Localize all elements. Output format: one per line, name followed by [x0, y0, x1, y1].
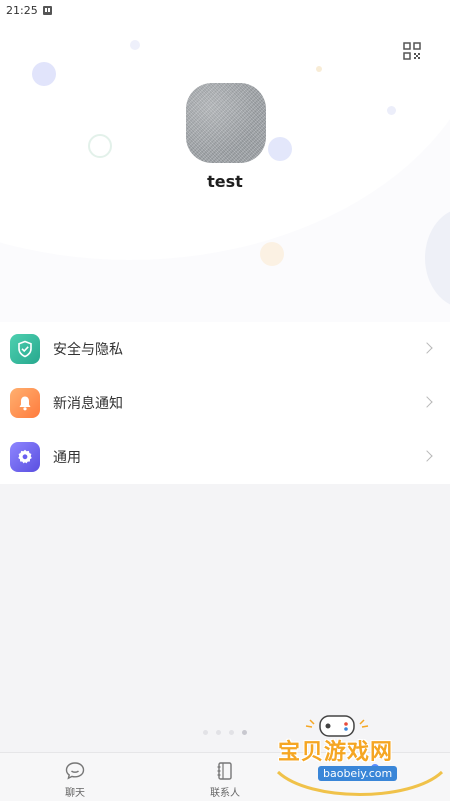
menu-label-new-message-notify: 新消息通知: [53, 396, 123, 412]
page-dot: [216, 730, 221, 735]
bell-icon: [10, 388, 40, 418]
chat-bubble-icon: [65, 762, 85, 780]
page-dot: [203, 730, 208, 735]
chevron-right-icon: [421, 342, 433, 354]
menu-item-general[interactable]: 通用: [0, 430, 450, 484]
page-dot-active: [242, 730, 247, 735]
decorative-bubble: [260, 242, 284, 266]
watermark-url: baobeiy.com: [318, 766, 398, 781]
menu-item-new-message-notify[interactable]: 新消息通知: [0, 376, 450, 430]
profile-header: test: [0, 0, 450, 322]
decorative-bubble: [130, 40, 140, 50]
decorative-bubble: [387, 106, 396, 115]
decorative-bubble: [268, 137, 292, 161]
status-bar: 21:25: [0, 0, 450, 20]
app-notification-icon: [42, 5, 52, 15]
decorative-ring: [88, 134, 112, 158]
menu-item-security-privacy[interactable]: 安全与隐私: [0, 322, 450, 376]
watermark-text: 宝贝游戏网: [278, 740, 394, 765]
site-watermark: 宝贝游戏网 baobeiy.com: [270, 712, 450, 800]
tab-label-contacts: 联系人: [210, 788, 240, 799]
status-time: 21:25: [6, 3, 38, 17]
chevron-right-icon: [421, 450, 433, 462]
settings-menu: 安全与隐私 新消息通知 通用: [0, 322, 450, 484]
gear-icon: [10, 442, 40, 472]
page-dot: [229, 730, 234, 735]
avatar[interactable]: [186, 83, 266, 163]
decorative-bubble: [32, 62, 56, 86]
tab-label-chat: 聊天: [65, 788, 85, 799]
menu-label-general: 通用: [53, 450, 81, 466]
shield-check-icon: [10, 334, 40, 364]
tab-chat[interactable]: 聊天: [0, 753, 150, 801]
chevron-right-icon: [421, 396, 433, 408]
username: test: [207, 172, 243, 191]
decorative-bubble: [316, 66, 322, 72]
decorative-bubble: [425, 208, 450, 308]
qr-code-icon[interactable]: [403, 42, 421, 60]
menu-label-security-privacy: 安全与隐私: [53, 342, 123, 358]
contacts-book-icon: [217, 762, 232, 780]
